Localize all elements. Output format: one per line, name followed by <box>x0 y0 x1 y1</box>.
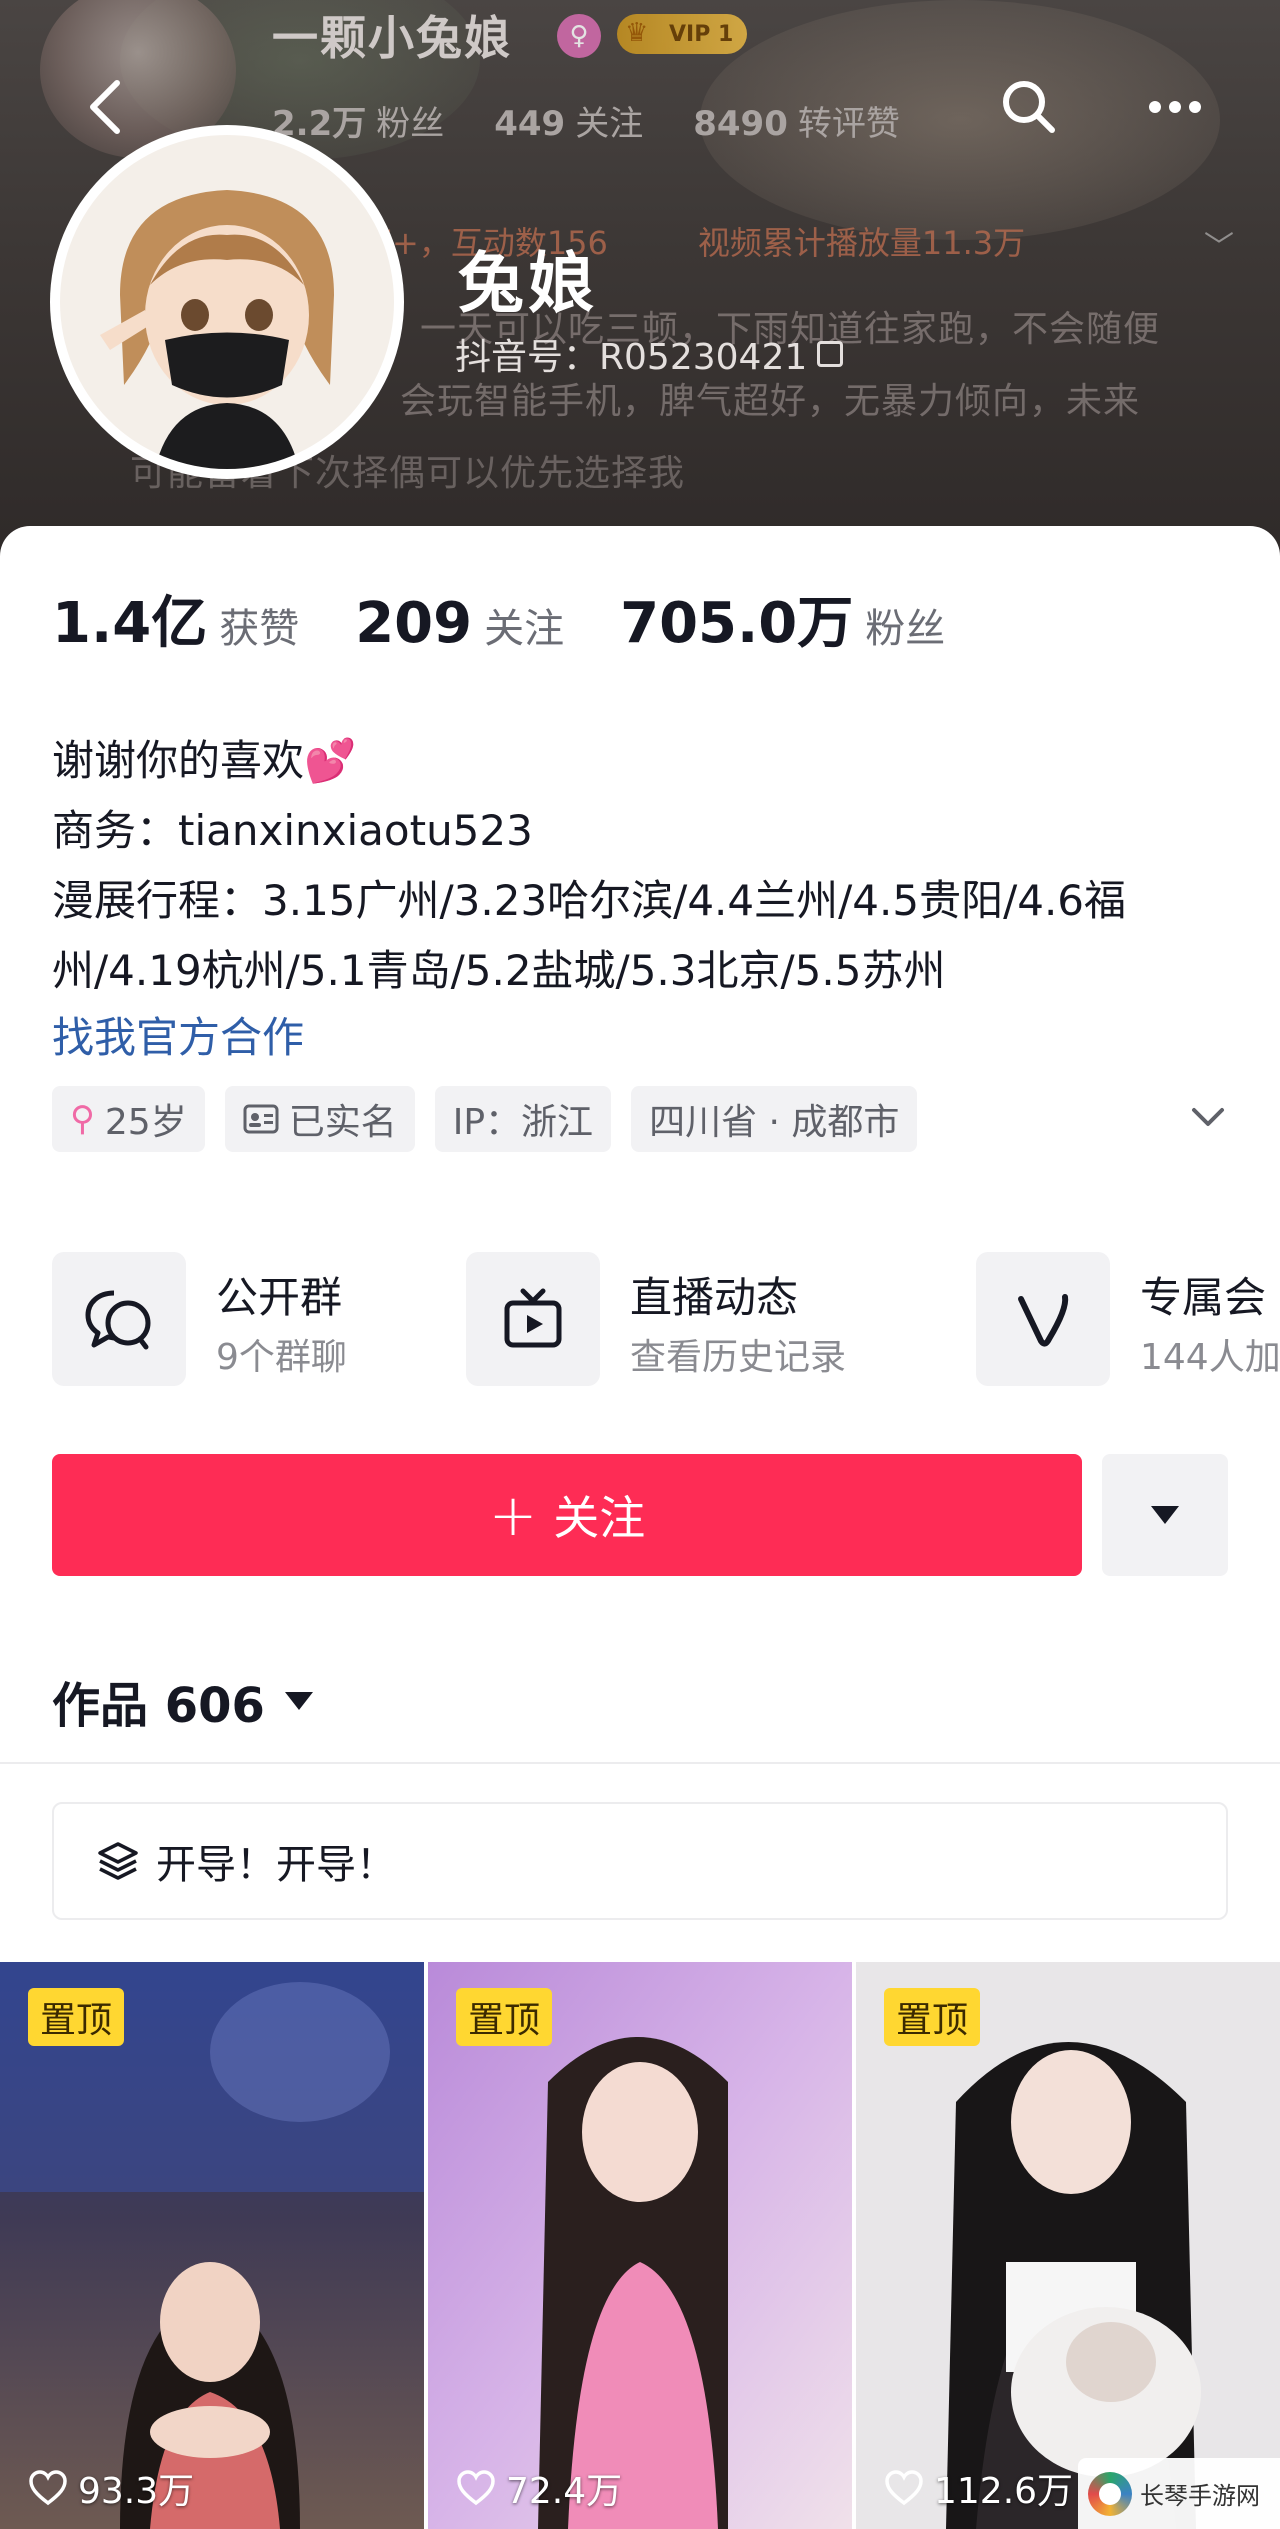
stat-likes[interactable]: 1.4亿 获赞 <box>52 578 299 659</box>
follow-button[interactable]: + 关注 <box>52 1454 1082 1576</box>
feature-live-history[interactable]: 直播动态 查看历史记录 <box>466 1252 906 1386</box>
watermark-logo-icon <box>1088 2471 1132 2516</box>
collection-entry[interactable]: 开导！开导！ <box>52 1802 1228 1920</box>
heart-icon <box>885 2470 923 2506</box>
tag-location: 四川省 · 成都市 <box>631 1086 918 1152</box>
video-thumbnail[interactable]: 置顶 93.3万 <box>0 1962 424 2529</box>
video-thumbnail[interactable]: 置顶 72.4万 <box>428 1962 852 2529</box>
group-chat-icon <box>52 1252 186 1386</box>
bio-line: 漫展行程：3.15广州/3.23哈尔滨/4.4兰州/4.5贵阳/4.6福 <box>52 876 1127 925</box>
feature-exclusive-club[interactable]: 专属会 144人加 <box>976 1252 1280 1386</box>
video-cover <box>0 1962 424 2529</box>
douyin-id[interactable]: 抖音号：R05230421 <box>455 328 844 380</box>
heart-icon <box>29 2470 67 2506</box>
layers-icon <box>98 1842 138 1880</box>
profile-tags: ⚲ 25岁 已实名 IP：浙江 四川省 · 成都市 <box>52 1086 918 1152</box>
profile-nickname: 兔娘 <box>458 245 598 322</box>
feature-public-group[interactable]: 公开群 9个群聊 <box>52 1252 432 1386</box>
avatar[interactable] <box>50 125 404 479</box>
like-count: 72.4万 <box>456 2462 622 2514</box>
id-card-icon <box>243 1104 279 1134</box>
follow-options-button[interactable] <box>1102 1454 1228 1576</box>
bio-line: 商务：tianxinxiaotu523 <box>52 806 533 855</box>
header-stat-fans: 2.2万 粉丝 <box>272 104 445 144</box>
vip-label: VIP 1 <box>669 21 734 47</box>
video-grid: 置顶 93.3万 置顶 72.4万 置顶 112.6万 <box>0 1962 1280 2529</box>
chevron-left-icon <box>90 80 120 134</box>
vip-badge: ♛ VIP 1 <box>617 14 748 54</box>
stat-fans[interactable]: 705.0万 粉丝 <box>620 578 945 659</box>
pinned-badge: 置顶 <box>456 1988 553 2046</box>
tag-verified[interactable]: 已实名 <box>224 1086 415 1152</box>
video-thumbnail[interactable]: 置顶 112.6万 <box>856 1962 1280 2529</box>
caret-down-icon <box>284 1692 313 1710</box>
hearts-emoji: 💕 <box>304 736 357 785</box>
tag-age: ⚲ 25岁 <box>52 1086 205 1152</box>
v-logo-icon <box>976 1252 1110 1386</box>
profile-stats: 1.4亿 获赞 209 关注 705.0万 粉丝 <box>52 578 1001 659</box>
profile-card: 1.4亿 获赞 209 关注 705.0万 粉丝 谢谢你的喜欢💕 商务：tian… <box>0 526 1280 2529</box>
avatar-image <box>60 135 394 469</box>
crown-icon: ♛ <box>625 18 649 48</box>
search-button[interactable] <box>994 72 1064 142</box>
heart-icon <box>457 2470 495 2506</box>
live-tv-icon <box>466 1252 600 1386</box>
stat-following[interactable]: 209 关注 <box>355 591 564 656</box>
video-cover <box>428 1962 852 2529</box>
header-username: 一颗小兔娘 <box>272 11 512 65</box>
header-stats: 2.2万 粉丝 449 关注 8490 转评赞 <box>272 96 900 145</box>
copy-icon[interactable] <box>817 341 844 367</box>
like-count: 112.6万 <box>884 2462 1073 2514</box>
official-collab-link[interactable]: 找我官方合作 <box>52 1004 304 1065</box>
like-count: 93.3万 <box>28 2462 194 2514</box>
chevron-down-icon: ﹀ <box>1204 230 1234 265</box>
feature-row: 公开群 9个群聊 直播动态 查看历史记录 专属会 144人加 <box>52 1252 1280 1392</box>
video-cover <box>856 1962 1280 2529</box>
bio-line: 州/4.19杭州/5.1青岛/5.2盐城/5.3北京/5.5苏州 <box>52 946 946 995</box>
profile-bio: 谢谢你的喜欢💕 商务：tianxinxiaotu523 漫展行程：3.15广州/… <box>52 726 1232 1006</box>
profile-banner: 一颗小兔娘 ♀ ♛ VIP 1 2.2万 粉丝 449 关注 8490 转评赞 万+，… <box>0 0 1280 560</box>
header-stat-interactions: 8490 转评赞 <box>693 104 900 144</box>
pinned-badge: 置顶 <box>28 1988 125 2046</box>
bio-line: 谢谢你的喜欢💕 <box>52 736 357 785</box>
more-button[interactable] <box>1140 72 1210 142</box>
female-icon: ♀ <box>557 14 601 58</box>
tab-works[interactable]: 作品 606 <box>52 1666 313 1736</box>
plus-icon: + <box>488 1481 538 1549</box>
header-stat-following: 449 关注 <box>494 104 644 144</box>
tag-ip: IP：浙江 <box>434 1086 612 1152</box>
site-watermark: 长琴手游网 <box>1078 2458 1280 2529</box>
caret-down-icon <box>1151 1506 1179 1524</box>
female-icon: ⚲ <box>70 1099 95 1139</box>
search-icon <box>1003 81 1055 133</box>
more-dots-icon <box>1149 101 1161 113</box>
back-button[interactable] <box>70 72 140 142</box>
divider <box>0 1762 1280 1764</box>
pinned-badge: 置顶 <box>884 1988 981 2046</box>
chevron-down-icon[interactable] <box>1186 1096 1230 1140</box>
